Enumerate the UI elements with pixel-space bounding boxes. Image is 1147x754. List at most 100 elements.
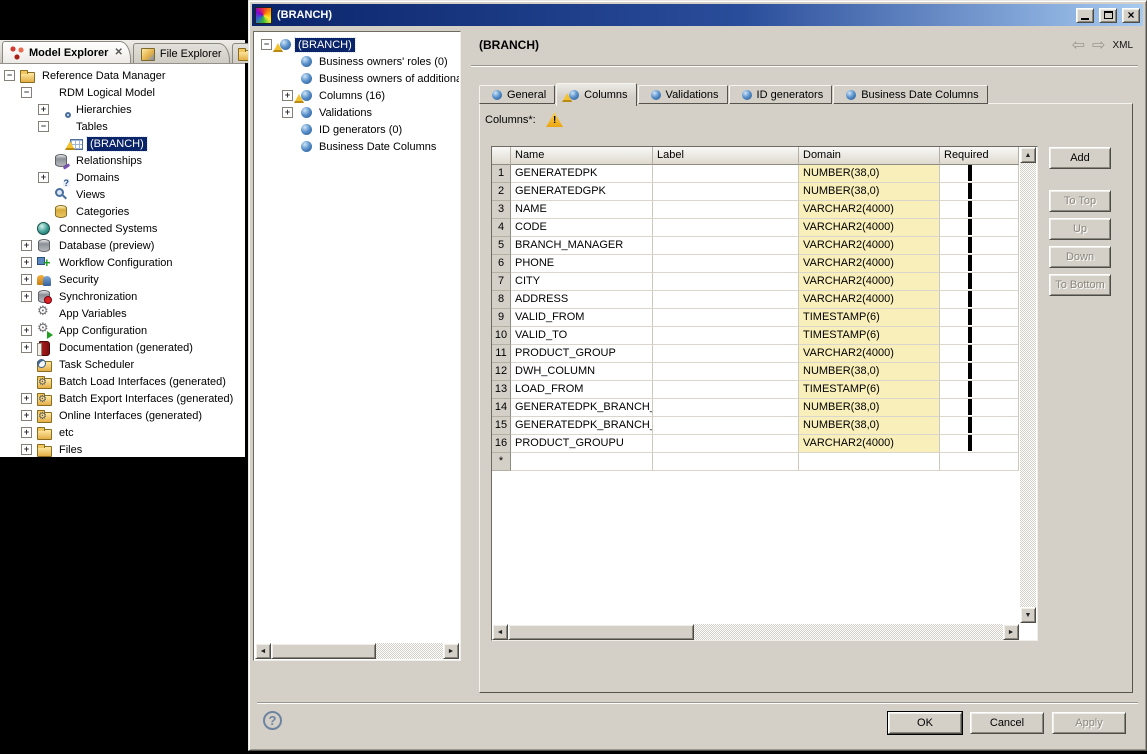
required-checkbox[interactable] — [968, 291, 972, 307]
label-cell[interactable] — [653, 327, 799, 345]
dialog-tree-item[interactable]: +Validations — [255, 104, 459, 121]
cancel-button[interactable]: Cancel — [970, 712, 1044, 734]
explorer-tree-item[interactable]: −Tables — [0, 118, 245, 135]
row-number-cell[interactable]: 10 — [492, 327, 511, 345]
add-button[interactable]: Add — [1049, 147, 1111, 169]
name-cell[interactable]: DWH_COLUMN — [511, 363, 653, 381]
row-number-cell[interactable]: 12 — [492, 363, 511, 381]
tree-expander[interactable]: + — [21, 274, 32, 285]
dialog-tree-item[interactable]: −(BRANCH) — [255, 36, 459, 53]
maximize-button[interactable] — [1099, 8, 1117, 23]
dialog-tree-item[interactable]: −Business Date Columns — [255, 138, 459, 155]
name-cell[interactable]: BRANCH_MANAGER — [511, 237, 653, 255]
name-cell[interactable]: GENERATEDPK_BRANCH_... — [511, 417, 653, 435]
down-button[interactable]: Down — [1049, 246, 1111, 268]
scrollbar-track[interactable] — [1020, 163, 1036, 607]
tree-expander[interactable]: + — [38, 104, 49, 115]
label-cell[interactable] — [653, 309, 799, 327]
label-cell[interactable] — [653, 273, 799, 291]
name-cell[interactable]: PHONE — [511, 255, 653, 273]
label-cell[interactable] — [653, 435, 799, 453]
label-cell[interactable] — [653, 291, 799, 309]
domain-cell[interactable]: NUMBER(38,0) — [799, 417, 940, 435]
tree-expander[interactable]: + — [21, 444, 32, 455]
row-number-cell[interactable]: 9 — [492, 309, 511, 327]
explorer-tree-item[interactable]: +App Configuration — [0, 322, 245, 339]
required-checkbox[interactable] — [968, 183, 972, 199]
label-cell[interactable] — [653, 165, 799, 183]
name-cell[interactable]: GENERATEDGPK — [511, 183, 653, 201]
label-cell[interactable] — [653, 363, 799, 381]
required-checkbox[interactable] — [968, 237, 972, 253]
name-cell[interactable]: VALID_TO — [511, 327, 653, 345]
row-number-cell[interactable]: 7 — [492, 273, 511, 291]
domain-cell[interactable]: VARCHAR2(4000) — [799, 219, 940, 237]
close-button[interactable]: × — [1122, 8, 1140, 23]
label-cell[interactable] — [653, 219, 799, 237]
tree-expander[interactable]: + — [21, 291, 32, 302]
domain-cell[interactable]: NUMBER(38,0) — [799, 165, 940, 183]
required-checkbox[interactable] — [968, 399, 972, 415]
label-cell[interactable] — [653, 417, 799, 435]
label-cell[interactable] — [653, 183, 799, 201]
dialog-tree-item[interactable]: −ID generators (0) — [255, 121, 459, 138]
required-checkbox[interactable] — [968, 273, 972, 289]
row-number-cell[interactable]: 14 — [492, 399, 511, 417]
dialog-tree-item[interactable]: +Columns (16) — [255, 87, 459, 104]
close-icon[interactable]: ✕ — [114, 47, 122, 58]
explorer-tree-item[interactable]: +Files — [0, 441, 245, 457]
name-cell[interactable]: GENERATEDPK — [511, 165, 653, 183]
explorer-tree-item[interactable]: +Domains — [0, 169, 245, 186]
dialog-tree-item[interactable]: −Business owners of additiona — [255, 70, 459, 87]
name-cell[interactable]: CODE — [511, 219, 653, 237]
row-number-cell[interactable]: 11 — [492, 345, 511, 363]
tab-business-date-columns[interactable]: Business Date Columns — [833, 85, 987, 104]
domain-cell[interactable]: NUMBER(38,0) — [799, 363, 940, 381]
domain-cell[interactable]: NUMBER(38,0) — [799, 399, 940, 417]
tree-expander[interactable]: − — [4, 70, 15, 81]
tree-expander[interactable]: + — [38, 172, 49, 183]
required-checkbox[interactable] — [968, 255, 972, 271]
domain-cell[interactable]: VARCHAR2(4000) — [799, 237, 940, 255]
explorer-tree-item[interactable]: −Views — [0, 186, 245, 203]
tree-expander[interactable]: + — [282, 90, 293, 101]
name-cell[interactable]: PRODUCT_GROUPU — [511, 435, 653, 453]
tree-expander[interactable]: − — [261, 39, 272, 50]
explorer-tree-item[interactable]: −Task Scheduler — [0, 356, 245, 373]
help-button[interactable]: ? — [263, 711, 282, 730]
row-number-cell[interactable]: 13 — [492, 381, 511, 399]
xml-toggle[interactable]: XML — [1112, 40, 1133, 51]
scrollbar-thumb[interactable] — [508, 624, 694, 640]
row-number-cell[interactable]: 3 — [492, 201, 511, 219]
explorer-tree-item[interactable]: +Database (preview) — [0, 237, 245, 254]
scroll-left-button[interactable]: ◄ — [255, 643, 271, 659]
tab-validations[interactable]: Validations — [638, 85, 728, 104]
tab-id-generators[interactable]: ID generators — [729, 85, 833, 104]
ok-button[interactable]: OK — [888, 712, 962, 734]
tree-expander[interactable]: + — [21, 410, 32, 421]
tree-expander[interactable]: + — [21, 393, 32, 404]
tree-expander[interactable]: + — [282, 107, 293, 118]
required-checkbox[interactable] — [968, 165, 972, 181]
required-checkbox[interactable] — [968, 435, 972, 451]
name-cell[interactable]: LOAD_FROM — [511, 381, 653, 399]
row-number-cell[interactable]: 16 — [492, 435, 511, 453]
domain-cell[interactable]: TIMESTAMP(6) — [799, 309, 940, 327]
tree-expander[interactable]: + — [21, 342, 32, 353]
required-checkbox[interactable] — [968, 201, 972, 217]
explorer-tree-item[interactable]: −RDM Logical Model — [0, 84, 245, 101]
scrollbar-track[interactable] — [694, 624, 1003, 640]
name-cell[interactable]: GENERATEDPK_BRANCH_... — [511, 399, 653, 417]
forward-arrow-icon[interactable]: ⇨ — [1092, 37, 1105, 53]
tree-expander[interactable]: − — [21, 87, 32, 98]
explorer-tree-item[interactable]: +Batch Export Interfaces (generated) — [0, 390, 245, 407]
domain-cell[interactable]: VARCHAR2(4000) — [799, 273, 940, 291]
label-cell[interactable] — [653, 201, 799, 219]
explorer-tree-item[interactable]: −Categories — [0, 203, 245, 220]
label-cell[interactable] — [653, 255, 799, 273]
explorer-tree-item[interactable]: +etc — [0, 424, 245, 441]
explorer-tree-item[interactable]: +Security — [0, 271, 245, 288]
label-cell[interactable] — [653, 237, 799, 255]
row-number-cell[interactable]: 8 — [492, 291, 511, 309]
tab-general[interactable]: General — [479, 85, 555, 104]
